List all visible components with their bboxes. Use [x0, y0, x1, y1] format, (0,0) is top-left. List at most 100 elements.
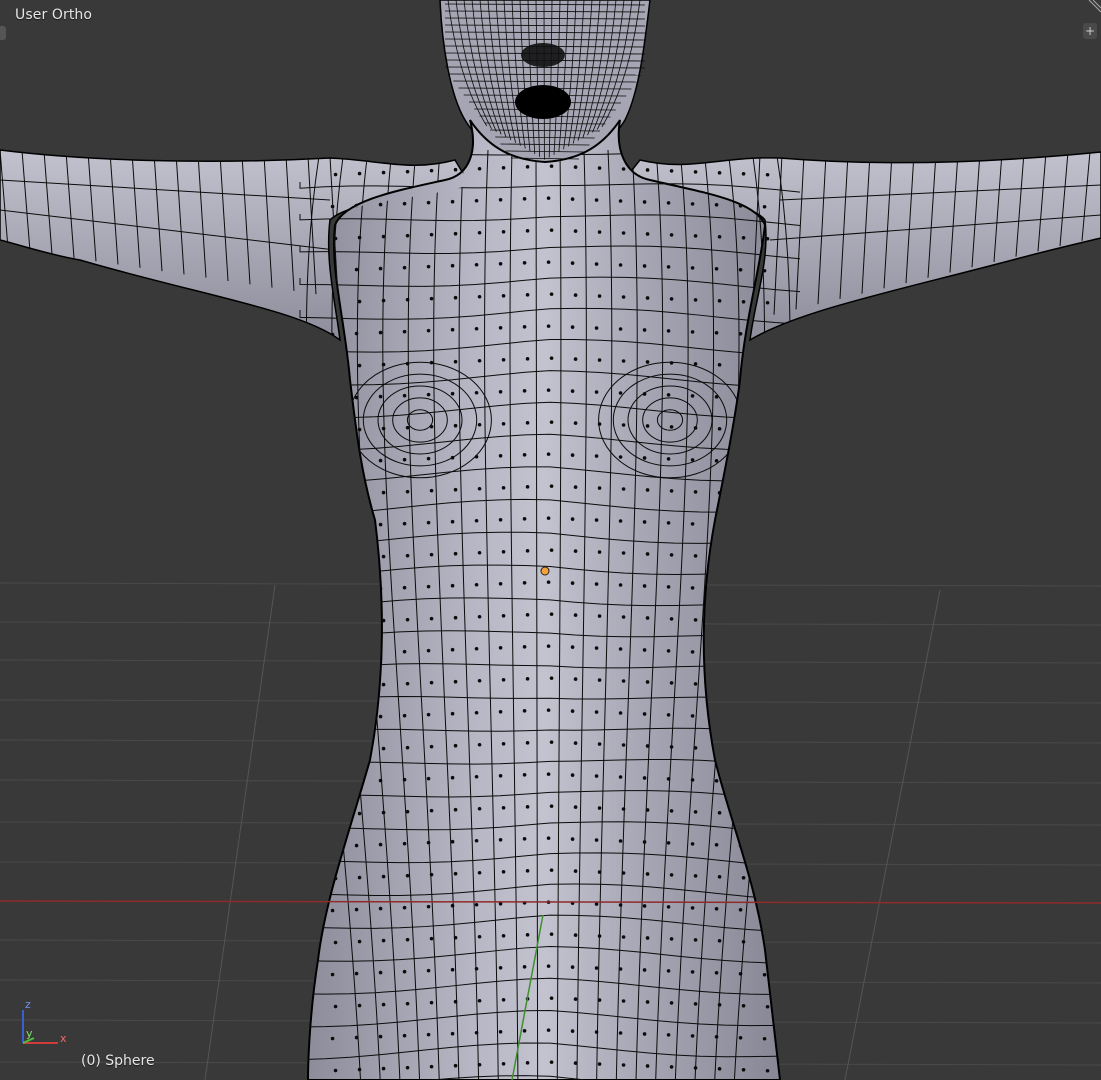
mesh-vertex	[717, 939, 722, 943]
mesh-vertex	[429, 296, 434, 301]
mesh-vertex	[333, 428, 338, 433]
nose-shadow	[521, 43, 565, 67]
mesh-vertex	[522, 645, 527, 649]
mesh-vertex	[741, 620, 746, 624]
mesh-vertex	[426, 968, 431, 973]
mesh-vertex	[501, 870, 506, 874]
mesh-vertex	[402, 329, 407, 334]
mesh-vertex	[402, 905, 407, 910]
mesh-vertex	[618, 583, 623, 587]
mesh-vertex	[642, 904, 647, 908]
mesh-vertex	[381, 362, 386, 367]
mesh-vertex	[402, 457, 407, 462]
mesh-vertex	[378, 1034, 383, 1039]
mesh-vertex	[642, 392, 647, 396]
mesh-vertex	[693, 426, 698, 430]
mesh-vertex	[693, 490, 698, 494]
mesh-vertex	[453, 231, 458, 236]
mesh-vertex	[597, 742, 602, 746]
mesh-vertex	[717, 619, 722, 623]
mesh-vertex	[546, 324, 551, 328]
area-split-corner-icon[interactable]	[1087, 0, 1101, 14]
mesh-vertex	[498, 774, 503, 778]
mesh-vertex	[378, 266, 383, 271]
mesh-vertex	[453, 871, 458, 876]
mesh-vertex	[621, 231, 626, 235]
mesh-vertex	[690, 522, 695, 526]
mesh-vertex	[501, 230, 506, 234]
mesh-vertex	[666, 393, 671, 397]
mesh-vertex	[765, 748, 770, 753]
mesh-vertex	[642, 264, 647, 268]
mesh-vertex	[498, 390, 503, 394]
mesh-vertex	[501, 934, 506, 938]
mesh-vertex	[765, 556, 770, 561]
body-mesh[interactable]	[0, 0, 1101, 1080]
mesh-vertex	[546, 708, 551, 712]
mesh-vertex	[525, 485, 530, 489]
mesh-vertex	[714, 779, 719, 783]
mesh-vertex	[741, 812, 746, 816]
mesh-scene[interactable]	[0, 0, 1101, 1080]
mesh-vertex	[666, 777, 671, 781]
mesh-vertex	[618, 775, 623, 779]
mesh-vertex	[522, 197, 527, 201]
mesh-vertex	[402, 969, 407, 974]
mesh-vertex	[546, 260, 551, 264]
mesh-vertex	[765, 236, 770, 241]
mesh-vertex	[714, 651, 719, 655]
grid-line	[204, 584, 276, 1080]
mesh-vertex	[570, 261, 575, 265]
mesh-vertex	[429, 808, 434, 813]
mesh-vertex	[474, 582, 479, 587]
mesh-vertex	[546, 836, 551, 840]
mesh-vertex	[333, 1004, 338, 1009]
mesh-vertex	[522, 837, 527, 841]
mesh-vertex	[450, 967, 455, 972]
mesh-vertex	[618, 263, 623, 267]
mesh-vertex	[474, 198, 479, 203]
mesh-vertex	[354, 395, 359, 400]
mesh-vertex	[477, 806, 482, 811]
mesh-vertex	[429, 680, 434, 685]
mesh-vertex	[714, 267, 719, 271]
mesh-vertex	[762, 972, 767, 977]
mesh-vertex	[714, 971, 719, 975]
mesh-vertex	[618, 519, 623, 523]
mesh-vertex	[621, 935, 626, 939]
mesh-vertex	[669, 553, 674, 557]
mesh-vertex	[618, 711, 623, 715]
mesh-vertex	[717, 875, 722, 879]
mesh-vertex	[378, 330, 383, 335]
mesh-vertex	[402, 393, 407, 398]
active-object-label: (0) Sphere	[81, 1053, 155, 1069]
mesh-vertex	[405, 297, 410, 302]
region-toggle-tab[interactable]	[0, 26, 6, 40]
mesh-vertex	[354, 523, 359, 528]
mesh-vertex	[546, 516, 551, 520]
mesh-vertex	[453, 679, 458, 684]
mesh-vertex	[333, 684, 338, 689]
mesh-vertex	[381, 234, 386, 239]
mesh-vertex	[573, 677, 578, 681]
mesh-vertex	[666, 713, 671, 717]
object-origin[interactable]	[540, 566, 550, 576]
mesh-vertex	[381, 1066, 386, 1071]
mesh-vertex	[522, 581, 527, 585]
mesh-vertex	[549, 420, 554, 424]
axis-z-label: z	[25, 998, 31, 1011]
mesh-vertex	[570, 1029, 575, 1033]
mesh-vertex	[501, 294, 506, 298]
mesh-vertex	[333, 748, 338, 753]
mesh-vertex	[378, 458, 383, 463]
mesh-vertex	[474, 518, 479, 523]
mesh-vertex	[666, 649, 671, 653]
mesh-vertex	[354, 907, 359, 912]
properties-toggle-button[interactable]: +	[1083, 23, 1097, 39]
mesh-vertex	[570, 389, 575, 393]
mesh-vertex	[354, 331, 359, 336]
mesh-vertex	[357, 235, 362, 240]
mesh-vertex	[741, 1068, 746, 1072]
mesh-vertex	[618, 967, 623, 971]
3d-viewport[interactable]: + User Ortho z y x (0) Sphere	[0, 0, 1101, 1080]
